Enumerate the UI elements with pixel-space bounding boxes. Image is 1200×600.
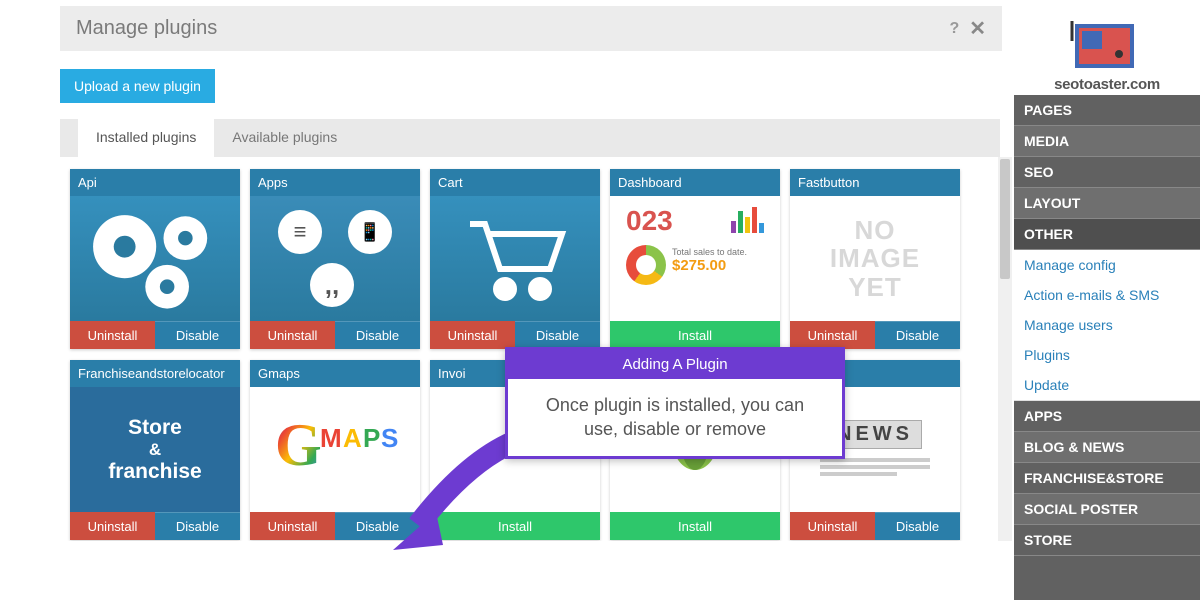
nav-store[interactable]: STORE: [1014, 525, 1200, 556]
svg-text:M: M: [320, 423, 342, 453]
plugin-card-dashboard: Dashboard 023 Total sales to date.$275.0…: [610, 169, 780, 349]
logo-text: seotoaster.com: [1054, 76, 1160, 93]
plugin-card-franchise: Franchiseandstorelocator Store & franchi…: [70, 360, 240, 540]
sub-menu: Manage config Action e-mails & SMS Manag…: [1014, 250, 1200, 401]
install-button[interactable]: Install: [610, 321, 780, 349]
svg-text:A: A: [343, 423, 362, 453]
api-icon: [70, 196, 240, 321]
plugin-card-fastbutton: Fastbutton NOIMAGEYET Uninstall Disable: [790, 169, 960, 349]
uninstall-button[interactable]: Uninstall: [790, 512, 875, 540]
uninstall-button[interactable]: Uninstall: [250, 512, 335, 540]
plugin-card-cart: Cart Uninstall Disable: [430, 169, 600, 349]
disable-button[interactable]: Disable: [335, 321, 420, 349]
pie-icon: [626, 245, 666, 285]
tabs: Installed plugins Available plugins: [60, 119, 1000, 157]
no-image-placeholder: NOIMAGEYET: [790, 196, 960, 321]
tab-available[interactable]: Available plugins: [214, 119, 355, 157]
nav-blog-news[interactable]: BLOG & NEWS: [1014, 432, 1200, 463]
uninstall-button[interactable]: Uninstall: [70, 512, 155, 540]
tooltip-body: Once plugin is installed, you can use, d…: [508, 379, 842, 456]
svg-text:P: P: [363, 423, 380, 453]
dashboard-icon: 023 Total sales to date.$275.00: [610, 196, 780, 321]
tab-spacer: [60, 119, 78, 157]
card-title: Dashboard: [610, 169, 780, 196]
scroll-thumb[interactable]: [1000, 159, 1010, 279]
dash-counter: 023: [626, 205, 673, 237]
sub-manage-config[interactable]: Manage config: [1014, 250, 1200, 280]
toaster-icon: [1057, 16, 1157, 76]
franchise-icon: Store & franchise: [70, 387, 240, 512]
sub-update[interactable]: Update: [1014, 370, 1200, 400]
card-title: Apps: [250, 169, 420, 196]
no-image-text: NOIMAGEYET: [830, 216, 920, 302]
install-button[interactable]: Install: [610, 512, 780, 540]
dash-amount: $275.00: [672, 257, 726, 274]
uninstall-button[interactable]: Uninstall: [70, 321, 155, 349]
card-title: Gmaps: [250, 360, 420, 387]
nav-franchise-store[interactable]: FRANCHISE&STORE: [1014, 463, 1200, 494]
nav-layout[interactable]: LAYOUT: [1014, 188, 1200, 219]
uninstall-button[interactable]: Uninstall: [790, 321, 875, 349]
nav-pages[interactable]: PAGES: [1014, 95, 1200, 126]
plugin-card-api: Api Uninstall Disable: [70, 169, 240, 349]
upload-plugin-button[interactable]: Upload a new plugin: [60, 69, 215, 103]
disable-button[interactable]: Disable: [155, 512, 240, 540]
nav-seo[interactable]: SEO: [1014, 157, 1200, 188]
sub-manage-users[interactable]: Manage users: [1014, 310, 1200, 340]
uninstall-button[interactable]: Uninstall: [250, 321, 335, 349]
card-title: Api: [70, 169, 240, 196]
franchise-text: franchise: [108, 460, 201, 484]
modal-title: Manage plugins: [76, 17, 949, 40]
nav-social-poster[interactable]: SOCIAL POSTER: [1014, 494, 1200, 525]
tooltip: Adding A Plugin Once plugin is installed…: [505, 347, 845, 459]
sub-action-emails[interactable]: Action e-mails & SMS: [1014, 280, 1200, 310]
uninstall-button[interactable]: Uninstall: [430, 321, 515, 349]
nav-other[interactable]: OTHER: [1014, 219, 1200, 250]
card-title: Cart: [430, 169, 600, 196]
close-icon[interactable]: ✕: [969, 16, 986, 41]
tab-installed[interactable]: Installed plugins: [78, 119, 214, 157]
disable-button[interactable]: Disable: [875, 321, 960, 349]
amp-text: &: [149, 440, 161, 460]
card-title: Franchiseandstorelocator: [70, 360, 240, 387]
disable-button[interactable]: Disable: [875, 512, 960, 540]
scrollbar[interactable]: [998, 157, 1012, 541]
nav-media[interactable]: MEDIA: [1014, 126, 1200, 157]
tooltip-title: Adding A Plugin: [508, 350, 842, 379]
svg-text:G: G: [275, 412, 322, 478]
modal-header: Manage plugins ? ✕: [60, 6, 1002, 51]
plugin-card-apps: Apps ≡ 📱 ,, Uninstall Disable: [250, 169, 420, 349]
bars-icon: [731, 205, 764, 233]
sub-plugins[interactable]: Plugins: [1014, 340, 1200, 370]
logo-area: seotoaster.com: [1014, 0, 1200, 95]
dash-label: Total sales to date.: [672, 247, 747, 257]
help-icon[interactable]: ?: [949, 20, 959, 38]
nav-apps[interactable]: APPS: [1014, 401, 1200, 432]
apps-icon: ≡ 📱 ,,: [250, 196, 420, 321]
disable-button[interactable]: Disable: [155, 321, 240, 349]
sidebar: seotoaster.com PAGES MEDIA SEO LAYOUT OT…: [1014, 0, 1200, 600]
cart-icon: [430, 196, 600, 321]
store-text: Store: [128, 416, 182, 440]
card-title: Fastbutton: [790, 169, 960, 196]
disable-button[interactable]: Disable: [515, 321, 600, 349]
